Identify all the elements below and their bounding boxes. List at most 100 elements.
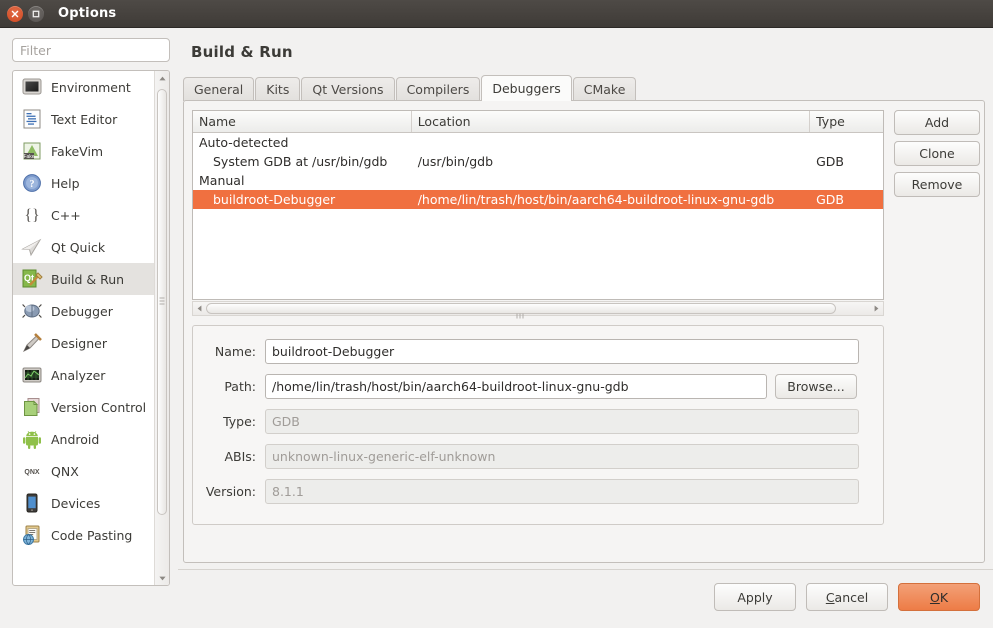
sidebar-item-text-editor[interactable]: Text Editor xyxy=(13,103,155,135)
tab-compilers[interactable]: Compilers xyxy=(396,77,481,101)
sidebar-item-label: Help xyxy=(51,176,80,191)
hscrollbar-thumb[interactable] xyxy=(206,303,836,314)
footer-separator xyxy=(178,569,993,570)
cell-location: /home/lin/trash/host/bin/aarch64-buildro… xyxy=(412,192,810,207)
type-label: Type: xyxy=(193,414,265,429)
remove-button[interactable]: Remove xyxy=(894,172,980,197)
ok-button[interactable]: OK xyxy=(898,583,980,611)
dialog-footer: Apply Cancel OK xyxy=(178,569,993,628)
tab-debuggers[interactable]: Debuggers xyxy=(481,75,571,101)
help-icon: ? xyxy=(21,172,43,194)
field-row-abis: ABIs: unknown-linux-generic-elf-unknown xyxy=(193,443,883,470)
table-row[interactable]: Auto-detected xyxy=(193,133,883,152)
build-and-run-icon: Qt xyxy=(21,268,43,290)
footer-buttons: Apply Cancel OK xyxy=(714,583,980,611)
ok-rest: K xyxy=(940,590,948,605)
sidebar-item-label: C++ xyxy=(51,208,81,223)
cancel-mnemonic: C xyxy=(826,590,835,605)
maximize-icon[interactable] xyxy=(28,6,44,22)
sidebar-item-qt-quick[interactable]: Qt Quick xyxy=(13,231,155,263)
cell-name: Manual xyxy=(193,173,412,188)
window-title: Options xyxy=(58,6,116,21)
cell-location: /usr/bin/gdb xyxy=(412,154,810,169)
column-header-location[interactable]: Location xyxy=(412,111,810,132)
page-title: Build & Run xyxy=(191,43,293,61)
debuggers-table: Name Location Type Auto-detected System G… xyxy=(192,110,884,300)
scroll-up-icon[interactable] xyxy=(155,71,169,85)
filter-container xyxy=(0,28,178,68)
cpp-icon: {} xyxy=(21,204,43,226)
cell-name: System GDB at /usr/bin/gdb xyxy=(193,154,412,169)
sidebar-item-environment[interactable]: Environment xyxy=(13,71,155,103)
scrollbar-track[interactable] xyxy=(157,85,167,571)
tab-cmake[interactable]: CMake xyxy=(573,77,637,101)
sidebar-item-label: QNX xyxy=(51,464,79,479)
sidebar-item-label: Qt Quick xyxy=(51,240,105,255)
svg-text:Fake: Fake xyxy=(23,154,34,160)
cell-name: Auto-detected xyxy=(193,135,412,150)
scroll-left-icon[interactable] xyxy=(193,305,206,312)
table-header: Name Location Type xyxy=(193,111,883,133)
column-header-type[interactable]: Type xyxy=(810,111,883,132)
sidebar-scrollbar[interactable] xyxy=(154,71,169,585)
sidebar-item-c[interactable]: {} C++ xyxy=(13,199,155,231)
sidebar-item-label: Android xyxy=(51,432,99,447)
field-row-version: Version: 8.1.1 xyxy=(193,478,883,505)
column-header-name[interactable]: Name xyxy=(193,111,412,132)
sidebar-item-label: Text Editor xyxy=(51,112,117,127)
analyzer-icon xyxy=(21,364,43,386)
sidebar-item-label: Analyzer xyxy=(51,368,105,383)
sidebar-item-help[interactable]: ? Help xyxy=(13,167,155,199)
sidebar-item-devices[interactable]: Devices xyxy=(13,487,155,519)
sidebar-item-fakevim[interactable]: Fake FakeVim xyxy=(13,135,155,167)
sidebar-item-designer[interactable]: Designer xyxy=(13,327,155,359)
hscrollbar-grip-icon xyxy=(517,306,526,311)
debuggers-tab-panel: Name Location Type Auto-detected System G… xyxy=(183,100,985,563)
version-value: 8.1.1 xyxy=(265,479,859,504)
sidebar-item-code-pasting[interactable]: Code Pasting xyxy=(13,519,155,551)
scrollbar-thumb[interactable] xyxy=(157,89,167,515)
field-row-path: Path: /home/lin/trash/host/bin/aarch64-b… xyxy=(193,373,883,400)
sidebar-item-qnx[interactable]: QNX QNX xyxy=(13,455,155,487)
apply-button[interactable]: Apply xyxy=(714,583,796,611)
browse-button[interactable]: Browse... xyxy=(775,374,857,399)
close-icon[interactable] xyxy=(7,6,23,22)
sidebar-item-label: Devices xyxy=(51,496,100,511)
cancel-button[interactable]: Cancel xyxy=(806,583,888,611)
name-input[interactable]: buildroot-Debugger xyxy=(265,339,859,364)
sidebar-item-label: FakeVim xyxy=(51,144,103,159)
tab-bar: GeneralKitsQt VersionsCompilersDebuggers… xyxy=(183,75,637,101)
table-row[interactable]: buildroot-Debugger/home/lin/trash/host/b… xyxy=(193,190,883,209)
hscrollbar-track[interactable] xyxy=(206,302,870,315)
options-dialog: Options Environment Text Editor Fake FakeVi… xyxy=(0,0,993,600)
path-input[interactable]: /home/lin/trash/host/bin/aarch64-buildro… xyxy=(265,374,767,399)
tab-kits[interactable]: Kits xyxy=(255,77,300,101)
name-label: Name: xyxy=(193,344,265,359)
scroll-down-icon[interactable] xyxy=(155,571,169,585)
ok-mnemonic: O xyxy=(930,590,940,605)
clone-button[interactable]: Clone xyxy=(894,141,980,166)
table-horizontal-scrollbar[interactable] xyxy=(192,301,884,316)
text-editor-icon xyxy=(21,108,43,130)
add-button[interactable]: Add xyxy=(894,110,980,135)
qnx-icon: QNX xyxy=(21,460,43,482)
title-bar: Options xyxy=(0,0,993,28)
sidebar-item-label: Debugger xyxy=(51,304,113,319)
scroll-right-icon[interactable] xyxy=(870,305,883,312)
designer-icon xyxy=(21,332,43,354)
sidebar-item-label: Version Control xyxy=(51,400,146,415)
table-row[interactable]: Manual xyxy=(193,171,883,190)
sidebar-item-build-run[interactable]: QtBuild & Run xyxy=(13,263,155,295)
cancel-rest: ancel xyxy=(835,590,869,605)
sidebar-item-version-control[interactable]: Version Control xyxy=(13,391,155,423)
fakevim-icon: Fake xyxy=(21,140,43,162)
tab-qt-versions[interactable]: Qt Versions xyxy=(301,77,394,101)
code-pasting-icon xyxy=(21,524,43,546)
filter-input[interactable] xyxy=(12,38,170,62)
sidebar-item-android[interactable]: Android xyxy=(13,423,155,455)
sidebar-item-analyzer[interactable]: Analyzer xyxy=(13,359,155,391)
table-row[interactable]: System GDB at /usr/bin/gdb/usr/bin/gdbGD… xyxy=(193,152,883,171)
sidebar-item-debugger[interactable]: Debugger xyxy=(13,295,155,327)
tab-general[interactable]: General xyxy=(183,77,254,101)
table-body: Auto-detectedSystem GDB at /usr/bin/gdb/… xyxy=(193,133,883,209)
